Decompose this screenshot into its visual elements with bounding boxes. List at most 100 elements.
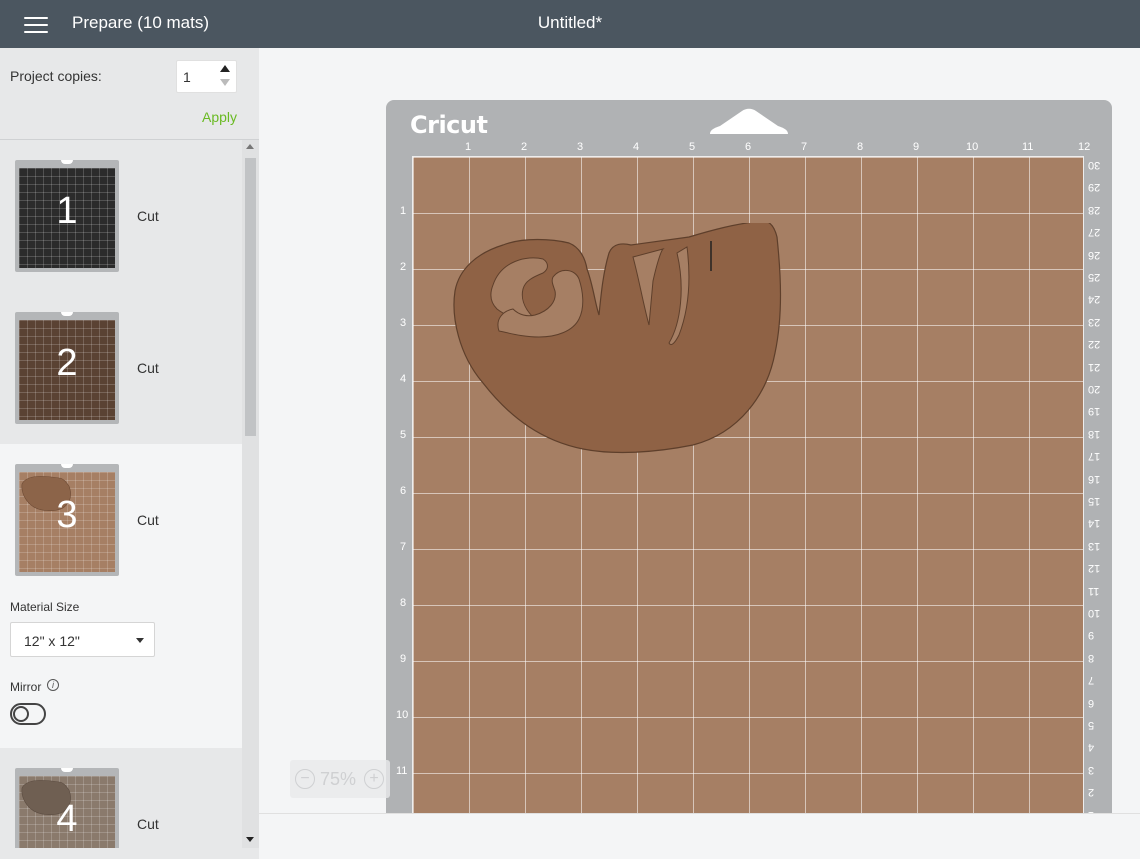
ruler-left-tick: 4 bbox=[400, 373, 407, 385]
ruler-right-tick: 22 bbox=[1088, 338, 1101, 351]
ruler-right-tick: 24 bbox=[1088, 293, 1101, 306]
ruler-left-tick: 8 bbox=[400, 597, 407, 609]
mat-item-4[interactable]: 4 Cut bbox=[0, 748, 242, 848]
ruler-left-tick: 5 bbox=[400, 429, 407, 441]
ruler-top-tick: 1 bbox=[465, 141, 472, 153]
ruler-right-tick: 14 bbox=[1088, 517, 1101, 530]
scroll-down-arrow-icon[interactable] bbox=[246, 837, 254, 842]
ruler-right-tick: 29 bbox=[1088, 181, 1101, 194]
mat-operation-label: Cut bbox=[137, 816, 159, 832]
material-size-value[interactable]: 12" x 12" bbox=[24, 633, 80, 649]
ruler-right-tick: 9 bbox=[1088, 629, 1095, 642]
increment-arrow-icon[interactable] bbox=[220, 65, 230, 72]
project-copies-section: Project copies: 1 Apply bbox=[0, 48, 259, 140]
chevron-down-icon[interactable] bbox=[136, 638, 144, 643]
ruler-right-tick: 25 bbox=[1088, 271, 1101, 283]
ruler-right-tick: 23 bbox=[1088, 315, 1101, 328]
ruler-right-tick: 30 bbox=[1088, 159, 1101, 171]
material-size-label: Material Size bbox=[10, 600, 80, 614]
mat-operation-label: Cut bbox=[137, 208, 159, 224]
ruler-top-tick: 2 bbox=[521, 141, 528, 153]
ruler-left-tick: 11 bbox=[396, 765, 408, 777]
sloth-design[interactable] bbox=[453, 223, 793, 473]
ruler-left-tick: 10 bbox=[396, 709, 409, 721]
ruler-right-tick: 12 bbox=[1088, 562, 1101, 575]
mat-number: 4 bbox=[56, 798, 78, 840]
mat-grid[interactable] bbox=[412, 156, 1084, 827]
info-icon[interactable]: i bbox=[47, 679, 59, 691]
ruler-right-tick: 15 bbox=[1088, 495, 1101, 507]
zoom-level: 75% bbox=[320, 769, 357, 789]
mat-list: 1 Cut 2 Cut 3 Cut Material Size 12" x 12… bbox=[0, 140, 242, 848]
ruler-left-tick: 2 bbox=[400, 261, 407, 273]
mat-item-3[interactable]: 3 Cut Material Size 12" x 12" Mirror i bbox=[0, 444, 242, 748]
ruler-top-tick: 6 bbox=[745, 141, 752, 153]
ruler-right-tick: 28 bbox=[1088, 203, 1101, 216]
ruler-right-tick: 19 bbox=[1088, 405, 1101, 418]
mat-operation-label: Cut bbox=[137, 512, 159, 528]
mat-thumbnail[interactable]: 1 bbox=[15, 160, 119, 272]
mat-list-scrollbar[interactable] bbox=[242, 140, 259, 848]
ruler-right-tick: 5 bbox=[1088, 719, 1095, 731]
cricut-logo: Cricut bbox=[410, 111, 488, 139]
material-size-select[interactable]: 12" x 12" bbox=[10, 622, 155, 657]
project-copies-value[interactable]: 1 bbox=[183, 69, 191, 85]
zoom-control: − 75% + bbox=[290, 760, 390, 798]
ruler-right-tick: 21 bbox=[1088, 360, 1101, 373]
ruler-left-tick: 6 bbox=[400, 485, 407, 497]
ruler-right-tick: 8 bbox=[1088, 651, 1095, 664]
ruler-left-tick: 3 bbox=[400, 317, 407, 329]
mat-operation-label: Cut bbox=[137, 360, 159, 376]
ruler-top-tick: 7 bbox=[801, 141, 808, 153]
ruler-left-tick: 1 bbox=[400, 205, 407, 217]
left-panel: Project copies: 1 Apply 1 Cut 2 Cut 3 Cu… bbox=[0, 48, 259, 859]
ruler-top-tick: 4 bbox=[633, 141, 640, 153]
project-name: Untitled* bbox=[537, 13, 603, 32]
mat-number: 3 bbox=[56, 494, 78, 536]
ruler-right-tick: 20 bbox=[1088, 383, 1101, 395]
ruler-right-tick: 2 bbox=[1088, 786, 1095, 799]
mirror-label: Mirror bbox=[10, 680, 42, 694]
ruler-right-tick: 7 bbox=[1088, 674, 1095, 687]
canvas-area[interactable]: Cricut 123456789101112 123456789101112 3… bbox=[259, 48, 1140, 859]
mat-item-1[interactable]: 1 Cut bbox=[0, 140, 242, 292]
toggle-knob bbox=[13, 706, 29, 722]
scroll-up-arrow-icon[interactable] bbox=[246, 144, 254, 149]
ruler-top-tick: 3 bbox=[577, 141, 584, 153]
project-copies-label: Project copies: bbox=[10, 68, 102, 84]
ruler-right-tick: 18 bbox=[1088, 427, 1101, 440]
ruler-left-tick: 9 bbox=[400, 653, 407, 665]
ruler-right-tick: 17 bbox=[1088, 450, 1101, 463]
ruler-right-tick: 10 bbox=[1088, 607, 1101, 619]
scrollbar-thumb[interactable] bbox=[245, 158, 256, 436]
mat-thumbnail[interactable]: 4 bbox=[15, 768, 119, 848]
ruler-right-tick: 13 bbox=[1088, 539, 1101, 552]
mat-thumbnail[interactable]: 3 bbox=[15, 464, 119, 576]
ruler-right-tick: 11 bbox=[1088, 584, 1100, 597]
ruler-right-tick: 3 bbox=[1088, 763, 1095, 776]
ruler-right-tick: 16 bbox=[1088, 472, 1101, 485]
mat-number: 2 bbox=[56, 342, 78, 384]
ruler-top-tick: 8 bbox=[857, 141, 864, 153]
ruler-right-tick: 26 bbox=[1088, 248, 1101, 261]
zoom-in-icon[interactable]: + bbox=[364, 769, 384, 789]
ruler-top-tick: 11 bbox=[1022, 141, 1034, 153]
bottom-strip bbox=[259, 813, 1140, 859]
mat-number: 1 bbox=[56, 190, 78, 232]
ruler-right-tick: 27 bbox=[1088, 226, 1101, 239]
cutting-mat: Cricut 123456789101112 123456789101112 3… bbox=[386, 100, 1112, 859]
zoom-out-icon[interactable]: − bbox=[295, 769, 315, 789]
project-copies-stepper[interactable]: 1 bbox=[176, 60, 237, 93]
mat-thumbnail[interactable]: 2 bbox=[15, 312, 119, 424]
apply-button[interactable]: Apply bbox=[202, 109, 237, 125]
mirror-toggle[interactable] bbox=[10, 703, 46, 725]
mat-handle-icon bbox=[710, 108, 788, 134]
ruler-top-tick: 10 bbox=[966, 141, 979, 153]
ruler-top-tick: 9 bbox=[913, 141, 920, 153]
mat-item-2[interactable]: 2 Cut bbox=[0, 292, 242, 444]
ruler-top-tick: 5 bbox=[689, 141, 696, 153]
ruler-right-tick: 4 bbox=[1088, 741, 1095, 754]
ruler-top-tick: 12 bbox=[1078, 141, 1091, 153]
ruler-right-tick: 6 bbox=[1088, 696, 1095, 709]
decrement-arrow-icon[interactable] bbox=[220, 79, 230, 86]
